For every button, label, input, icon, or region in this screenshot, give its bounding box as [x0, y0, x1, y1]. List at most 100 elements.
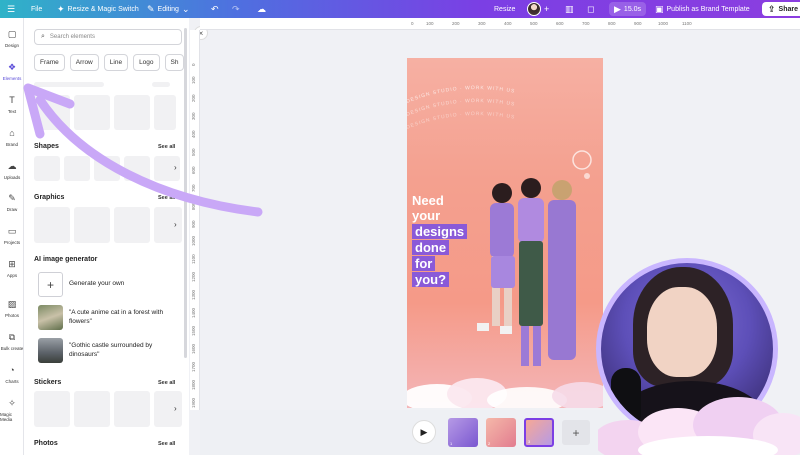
undo-icon: ↶: [211, 3, 219, 14]
rail-item-photos[interactable]: ▨ Photos: [0, 300, 24, 332]
sticker-tile[interactable]: [154, 391, 182, 427]
recent-tile[interactable]: [114, 95, 150, 130]
present-timer-button[interactable]: ▶ 15.0s: [609, 2, 647, 16]
resize-magic-switch-button[interactable]: ✦ Resize & Magic Switch: [57, 0, 139, 18]
ruler-top-label: 600: [556, 21, 564, 26]
sparkle-icon: ✦: [57, 3, 65, 14]
cloud-icon: ☁: [257, 3, 266, 14]
redo-button[interactable]: ↷: [232, 0, 240, 18]
graphics-next-icon[interactable]: ›: [174, 220, 177, 229]
comments-button[interactable]: ◻: [587, 0, 594, 18]
graphic-tile[interactable]: [114, 207, 150, 243]
resize-button[interactable]: Resize: [494, 0, 515, 18]
graphics-see-all[interactable]: See all: [158, 195, 175, 201]
ai-generate-own[interactable]: + Generate your own: [38, 272, 177, 297]
rail-item-text[interactable]: T Text: [0, 96, 24, 128]
recent-tile[interactable]: [34, 82, 104, 87]
insights-button[interactable]: ▥: [565, 0, 574, 18]
sticker-tiles: [34, 391, 182, 427]
filter-chips: Frame Arrow Line Logo Sh: [34, 54, 185, 71]
file-menu[interactable]: File: [31, 0, 42, 18]
share-button[interactable]: ⇪ Share: [762, 2, 800, 16]
panel-scrollbar[interactable]: [184, 28, 187, 358]
play-icon: ▶: [420, 426, 428, 437]
photos-see-all[interactable]: See all: [158, 441, 175, 447]
sticker-tile[interactable]: [34, 391, 70, 427]
graphics-tiles: [34, 207, 182, 243]
rail-item-apps[interactable]: ⊞ Apps: [0, 260, 24, 292]
rail-item-bulk-create[interactable]: ⧉ Bulk create: [0, 333, 24, 365]
sticker-tile[interactable]: [74, 391, 110, 427]
stickers-see-all[interactable]: See all: [158, 380, 175, 386]
graphic-tile[interactable]: [74, 207, 110, 243]
graphic-tile[interactable]: [34, 207, 70, 243]
redo-icon: ↷: [232, 3, 240, 14]
ruler-top-label: 200: [452, 21, 460, 26]
stickers-next-icon[interactable]: ›: [174, 404, 177, 413]
search-icon: ⌕: [41, 33, 45, 40]
ruler-left-label: 1400: [191, 307, 196, 318]
chip-shapes[interactable]: Sh: [164, 54, 185, 71]
shape-tile[interactable]: [64, 156, 90, 181]
charts-icon: ◔: [9, 365, 15, 375]
design-icon: ▢: [7, 29, 17, 39]
headline[interactable]: Need your designs done for you?: [412, 193, 468, 287]
rail-item-uploads[interactable]: ☁ Uploads: [0, 162, 24, 194]
recent-tile[interactable]: [34, 95, 70, 130]
chip-line[interactable]: Line: [103, 54, 129, 71]
ruler-left-label: 1700: [191, 361, 196, 372]
play-icon: ▶: [614, 3, 621, 14]
editing-mode-button[interactable]: ✎ Editing ⌄: [147, 0, 190, 18]
graphics-title: Graphics: [34, 194, 65, 201]
chip-logo[interactable]: Logo: [133, 54, 160, 71]
ai-generator-title: AI image generator: [34, 256, 98, 263]
rail-item-draw[interactable]: ✎ Draw: [0, 194, 24, 226]
shapes-next-icon[interactable]: ›: [174, 163, 177, 172]
add-page-button[interactable]: +: [562, 420, 590, 445]
shape-tile[interactable]: [34, 156, 60, 181]
sticker-tile[interactable]: [114, 391, 150, 427]
ruler-left-label: 1100: [191, 254, 196, 264]
page-thumbnail-2[interactable]: 2: [486, 418, 516, 447]
shape-tile[interactable]: [94, 156, 120, 181]
ruler-top-label: 300: [478, 21, 486, 26]
rail-item-design[interactable]: ▢ Design: [0, 30, 24, 62]
rail-item-brand[interactable]: ⌂ Brand: [0, 129, 24, 161]
plus-icon: +: [572, 425, 580, 440]
ruler-top: 0 100 200 300 400 500 600 700 800 900 10…: [200, 18, 800, 30]
gothic-castle-thumbnail: [38, 338, 63, 363]
ruler-top-label: 1100: [682, 21, 692, 26]
ai-suggestion-cat[interactable]: "A cute anime cat in a forest with flowe…: [38, 305, 177, 330]
menu-button[interactable]: ☰: [7, 0, 15, 18]
design-canvas[interactable]: DESIGN STUDIO · WORK WITH US DESIGN STUD…: [407, 58, 603, 408]
chip-frame[interactable]: Frame: [34, 54, 65, 71]
shapes-title: Shapes: [34, 143, 59, 150]
play-button[interactable]: ▶: [412, 420, 436, 444]
chip-arrow[interactable]: Arrow: [69, 54, 99, 71]
rail-item-magic-media[interactable]: ✧ Magic Media: [0, 399, 24, 431]
template-icon: ▣: [655, 3, 664, 14]
publish-brand-template-button[interactable]: ▣ Publish as Brand Template: [655, 0, 750, 18]
shapes-see-all[interactable]: See all: [158, 144, 175, 150]
ruler-top-label: 100: [426, 21, 434, 26]
page-thumbnail-1[interactable]: 1: [448, 418, 478, 447]
rail-item-charts[interactable]: ◔ Charts: [0, 366, 24, 398]
recent-tile[interactable]: [154, 95, 176, 130]
ruler-left-label: 200: [191, 94, 196, 102]
cloud-save-button[interactable]: ☁: [257, 0, 266, 18]
search-input[interactable]: ⌕ Search elements: [34, 29, 182, 45]
bulk-create-icon: ⧉: [8, 332, 16, 342]
shape-tile[interactable]: [124, 156, 150, 181]
recent-tile[interactable]: [74, 95, 110, 130]
rail-item-elements[interactable]: ❖ Elements: [0, 63, 24, 95]
projects-icon: ▭: [7, 226, 17, 236]
undo-button[interactable]: ↶: [211, 0, 219, 18]
collaborator-avatar[interactable]: [527, 0, 541, 18]
page-thumbnail-3[interactable]: 3: [524, 418, 554, 447]
recent-tile[interactable]: [152, 82, 170, 87]
graphic-tile[interactable]: [154, 207, 182, 243]
rail-item-projects[interactable]: ▭ Projects: [0, 227, 24, 259]
ai-suggestion-castle[interactable]: "Gothic castle surrounded by dinosaurs": [38, 338, 177, 363]
magic-media-icon: ✧: [8, 398, 16, 408]
add-collaborator-button[interactable]: +: [544, 0, 549, 18]
